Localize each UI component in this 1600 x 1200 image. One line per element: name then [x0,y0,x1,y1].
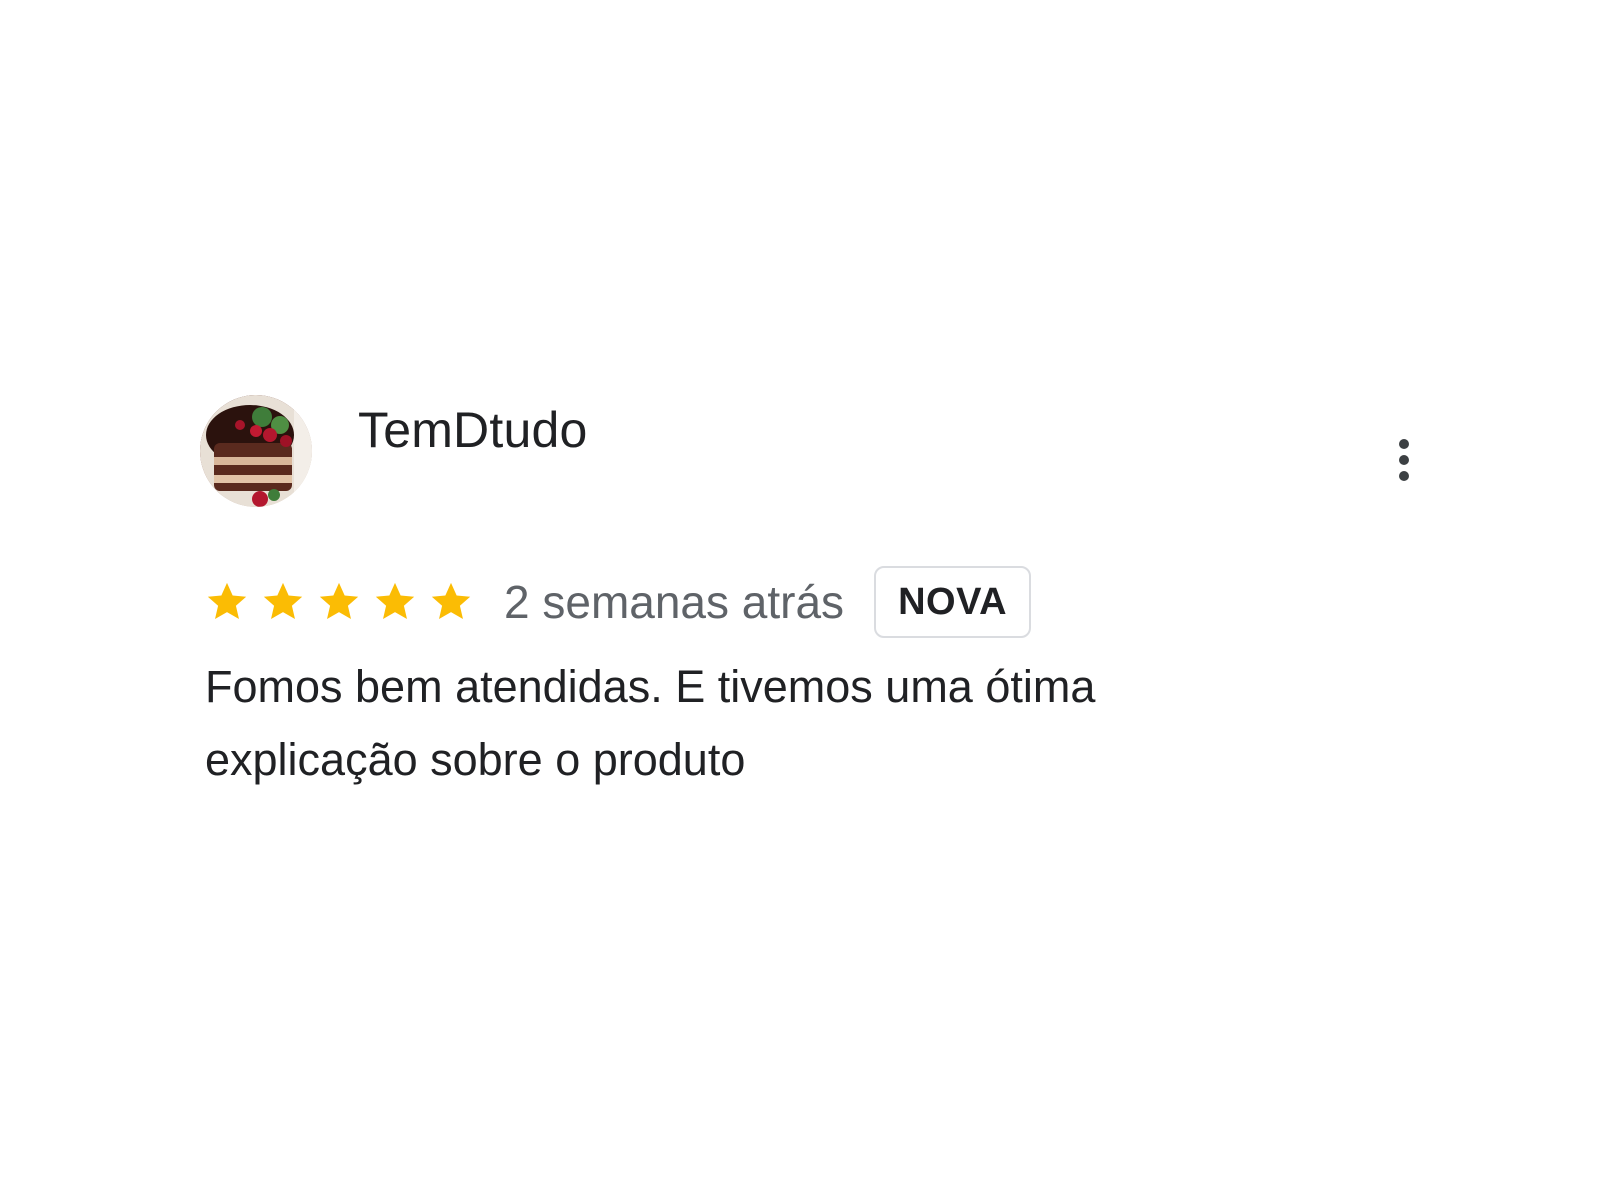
review-text: Fomos bem atendidas. E tivemos uma ótima… [205,661,1096,785]
star-icon [431,582,471,620]
more-options-button[interactable] [1386,430,1422,490]
rating-row: 2 semanas atrás NOVA [204,564,1032,640]
star-icon [319,582,359,620]
star-rating [204,579,474,625]
cake-photo-avatar-icon [200,395,312,507]
star-icon [263,582,303,620]
new-badge: NOVA [874,566,1032,638]
more-vert-icon [1399,439,1409,481]
reviewer-name[interactable]: TemDtudo [358,400,587,460]
reviewer-avatar[interactable] [200,395,312,507]
star-icon [207,582,247,620]
review-card: TemDtudo 2 semanas atrás NOVA Fomos bem … [0,0,1600,1200]
star-icon [375,582,415,620]
review-date: 2 semanas atrás [504,576,845,628]
